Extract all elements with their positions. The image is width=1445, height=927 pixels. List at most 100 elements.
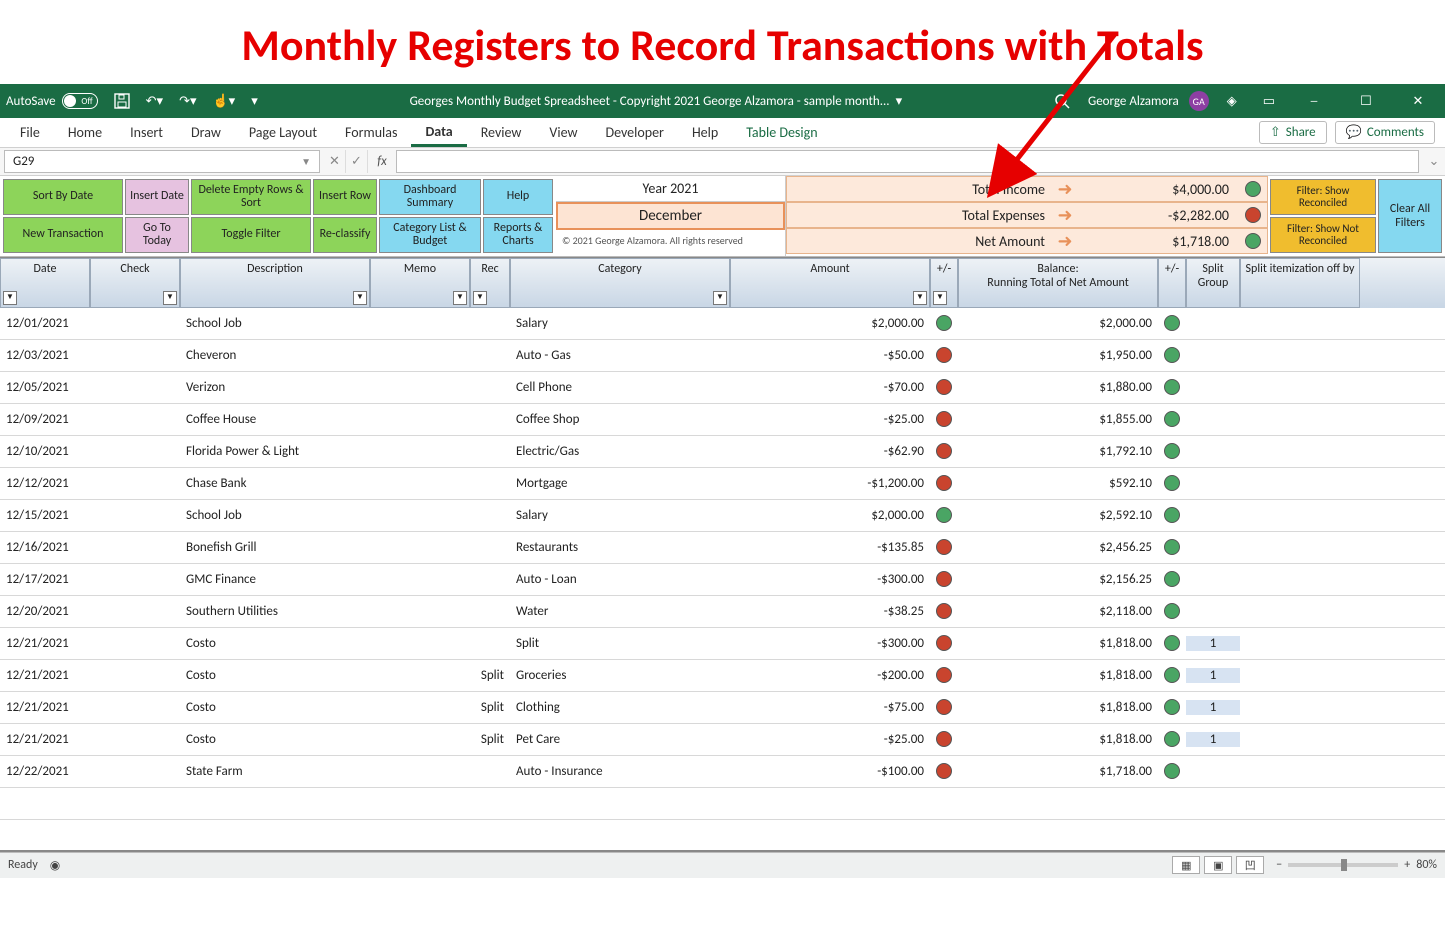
column-header[interactable]: Check▼ <box>90 258 180 308</box>
cell[interactable]: Salary <box>510 508 730 523</box>
cell[interactable]: Groceries <box>510 668 730 683</box>
undo-icon[interactable]: ↶▾ <box>138 84 171 118</box>
cell[interactable]: $1,818.00 <box>958 732 1158 747</box>
column-header[interactable]: Split itemization off by <box>1240 258 1360 308</box>
cell[interactable]: -$100.00 <box>730 764 930 779</box>
cell[interactable]: Cell Phone <box>510 380 730 395</box>
cell[interactable]: Auto - Insurance <box>510 764 730 779</box>
cell[interactable]: Costo <box>180 732 370 747</box>
filter-show-not-reconciled[interactable]: Filter: Show Not Reconciled <box>1270 217 1376 253</box>
filter-dropdown-icon[interactable]: ▼ <box>933 291 947 305</box>
cell[interactable]: 12/03/2021 <box>0 348 90 363</box>
cell[interactable]: Verizon <box>180 380 370 395</box>
column-header[interactable]: Balance:Running Total of Net Amount <box>958 258 1158 308</box>
table-row[interactable]: 12/20/2021Southern UtilitiesWater-$38.25… <box>0 596 1445 628</box>
tab-help[interactable]: Help <box>678 118 732 147</box>
column-header[interactable]: Category▼ <box>510 258 730 308</box>
table-row[interactable] <box>0 788 1445 820</box>
cell[interactable]: $2,000.00 <box>958 316 1158 331</box>
table-row[interactable]: 12/22/2021State FarmAuto - Insurance-$10… <box>0 756 1445 788</box>
cell[interactable]: Bonefish Grill <box>180 540 370 555</box>
cell[interactable]: 12/21/2021 <box>0 636 90 651</box>
name-box[interactable]: G29 ▼ <box>4 150 320 173</box>
cell[interactable]: Electric/Gas <box>510 444 730 459</box>
toggle-switch[interactable]: Off <box>62 93 98 109</box>
qat-more-icon[interactable]: ▾ <box>243 84 266 118</box>
cell[interactable]: 12/22/2021 <box>0 764 90 779</box>
cell[interactable]: 12/10/2021 <box>0 444 90 459</box>
table-row[interactable]: 12/05/2021VerizonCell Phone-$70.00$1,880… <box>0 372 1445 404</box>
cell[interactable]: $1,855.00 <box>958 412 1158 427</box>
tab-table-design[interactable]: Table Design <box>732 118 831 147</box>
cell[interactable]: Split <box>510 636 730 651</box>
cell[interactable]: -$300.00 <box>730 572 930 587</box>
formula-cancel-icon[interactable]: ✕ <box>324 150 346 173</box>
tab-home[interactable]: Home <box>54 118 116 147</box>
cell[interactable]: 12/17/2021 <box>0 572 90 587</box>
cell[interactable]: Split <box>470 700 510 715</box>
clear-all-filters-button[interactable]: Clear All Filters <box>1378 179 1442 253</box>
cell[interactable]: $2,592.10 <box>958 508 1158 523</box>
filter-dropdown-icon[interactable]: ▼ <box>913 291 927 305</box>
cell[interactable]: $2,156.25 <box>958 572 1158 587</box>
filter-dropdown-icon[interactable]: ▼ <box>453 291 467 305</box>
avatar[interactable]: GA <box>1189 91 1209 111</box>
macro-button[interactable]: Category List & Budget <box>379 217 481 253</box>
table-row[interactable]: 12/01/2021School JobSalary$2,000.00$2,00… <box>0 308 1445 340</box>
macro-record-icon[interactable]: ◉ <box>50 858 60 873</box>
maximize-icon[interactable]: ☐ <box>1345 84 1387 118</box>
cell[interactable]: Auto - Loan <box>510 572 730 587</box>
column-header[interactable]: Memo▼ <box>370 258 470 308</box>
cell[interactable]: 1 <box>1186 636 1240 651</box>
cell[interactable]: Pet Care <box>510 732 730 747</box>
cell[interactable]: $592.10 <box>958 476 1158 491</box>
zoom-level[interactable]: 80% <box>1416 858 1437 872</box>
view-page-layout-icon[interactable]: ▣ <box>1204 856 1232 874</box>
cell[interactable]: Split <box>470 732 510 747</box>
cell[interactable]: Auto - Gas <box>510 348 730 363</box>
diamond-icon[interactable]: ◈ <box>1219 94 1245 109</box>
cell[interactable]: 12/20/2021 <box>0 604 90 619</box>
table-row[interactable]: 12/10/2021Florida Power & LightElectric/… <box>0 436 1445 468</box>
cell[interactable]: Coffee House <box>180 412 370 427</box>
macro-button[interactable]: Go To Today <box>125 217 189 253</box>
macro-button[interactable]: New Transaction <box>3 217 123 253</box>
macro-button[interactable]: Reports & Charts <box>483 217 553 253</box>
save-icon[interactable] <box>106 84 138 118</box>
cell[interactable]: $1,792.10 <box>958 444 1158 459</box>
table-row[interactable]: 12/09/2021Coffee HouseCoffee Shop-$25.00… <box>0 404 1445 436</box>
filter-show-reconciled[interactable]: Filter: Show Reconciled <box>1270 179 1376 215</box>
search-icon[interactable] <box>1046 93 1078 109</box>
table-row[interactable]: 12/15/2021School JobSalary$2,000.00$2,59… <box>0 500 1445 532</box>
cell[interactable]: Restaurants <box>510 540 730 555</box>
cell[interactable]: -$75.00 <box>730 700 930 715</box>
macro-button[interactable]: Insert Row <box>313 179 377 215</box>
cell[interactable]: Clothing <box>510 700 730 715</box>
table-row[interactable]: 12/12/2021Chase BankMortgage-$1,200.00$5… <box>0 468 1445 500</box>
formula-input[interactable] <box>396 150 1419 173</box>
cell[interactable]: Chase Bank <box>180 476 370 491</box>
cell[interactable]: Southern Utilities <box>180 604 370 619</box>
cell[interactable]: School Job <box>180 508 370 523</box>
column-header[interactable]: Rec▼ <box>470 258 510 308</box>
cell[interactable]: 12/15/2021 <box>0 508 90 523</box>
cell[interactable]: GMC Finance <box>180 572 370 587</box>
view-page-break-icon[interactable]: 凹 <box>1236 856 1264 874</box>
tab-developer[interactable]: Developer <box>591 118 677 147</box>
cell[interactable]: $1,818.00 <box>958 668 1158 683</box>
ribbon-mode-icon[interactable]: ▭ <box>1255 94 1283 109</box>
cell[interactable]: 12/21/2021 <box>0 700 90 715</box>
tab-view[interactable]: View <box>535 118 591 147</box>
cell[interactable]: -$25.00 <box>730 412 930 427</box>
cell[interactable]: 12/21/2021 <box>0 732 90 747</box>
cell[interactable]: 1 <box>1186 700 1240 715</box>
zoom-in-icon[interactable]: + <box>1404 858 1410 872</box>
cell[interactable]: Coffee Shop <box>510 412 730 427</box>
cell[interactable]: $2,456.25 <box>958 540 1158 555</box>
tab-file[interactable]: File <box>6 118 54 147</box>
touch-icon[interactable]: ☝▾ <box>204 84 243 118</box>
cell[interactable]: Water <box>510 604 730 619</box>
cell[interactable]: -$200.00 <box>730 668 930 683</box>
minimize-icon[interactable]: ─ <box>1293 84 1335 118</box>
filter-dropdown-icon[interactable]: ▼ <box>353 291 367 305</box>
